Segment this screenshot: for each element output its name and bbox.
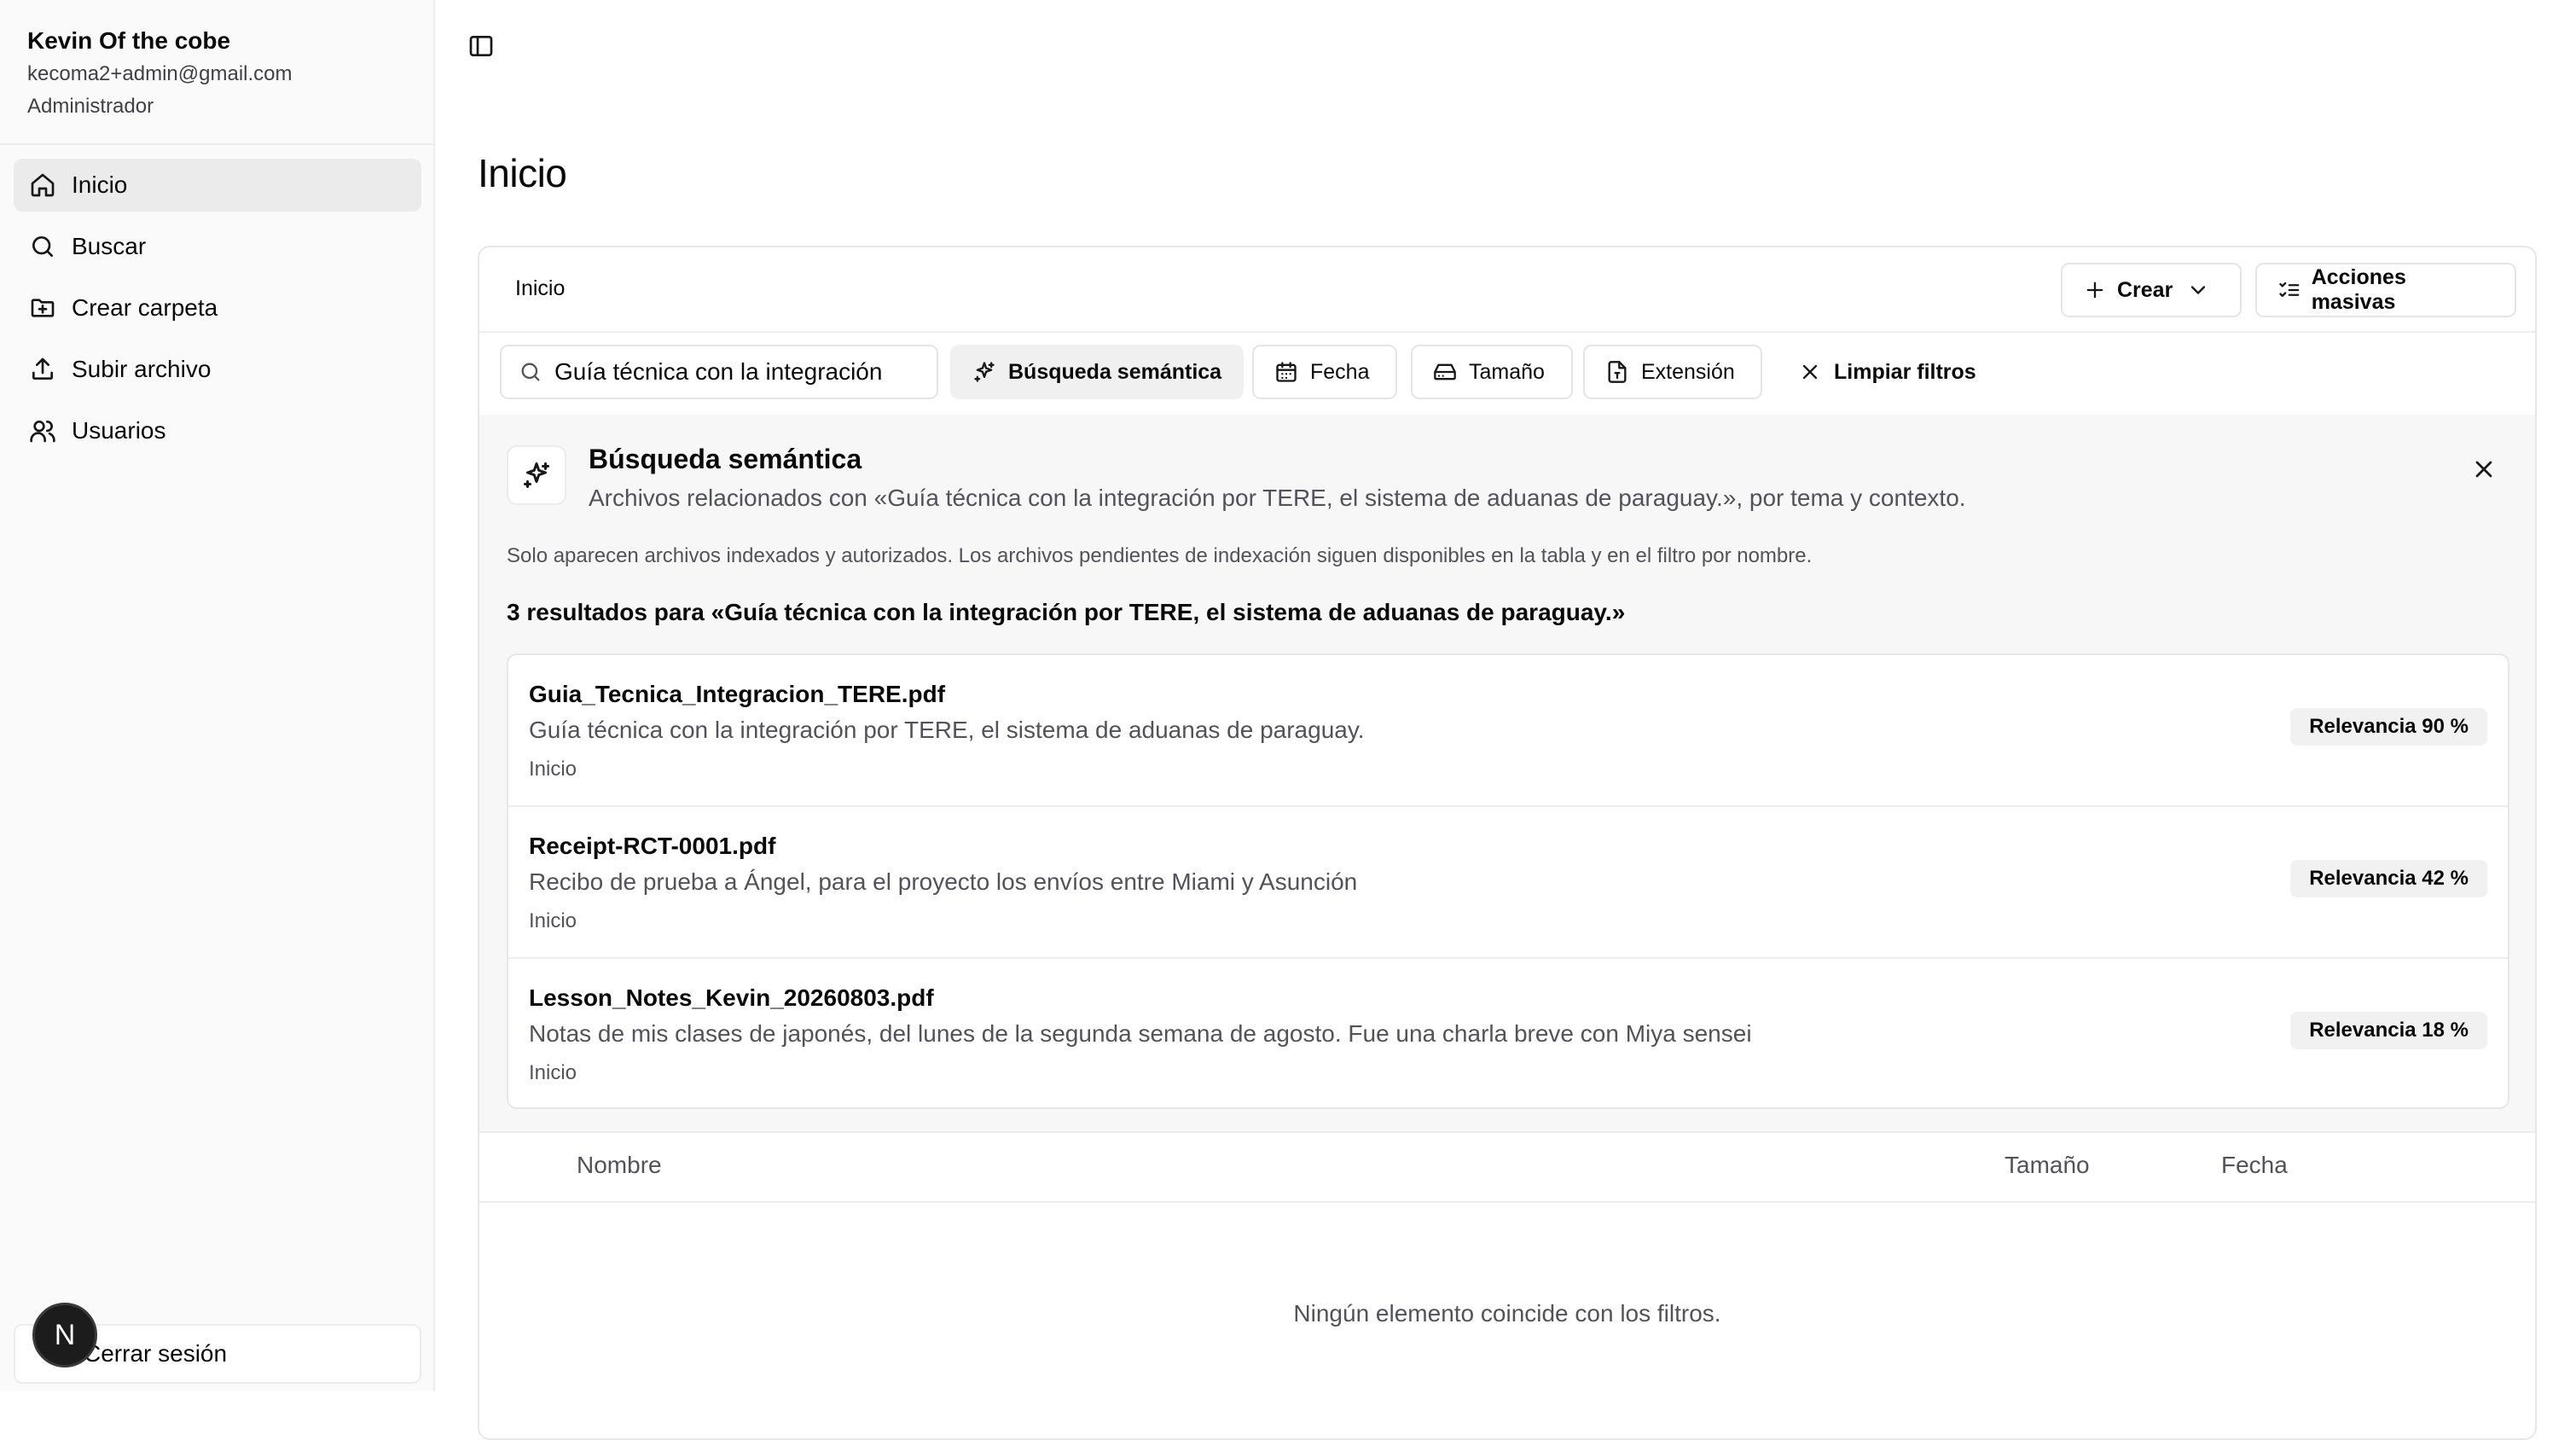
result-description: Guía técnica con la integración por TERE… [529, 717, 1365, 743]
semantic-search-panel: Búsqueda semántica Archivos relacionados… [479, 415, 2535, 1133]
search-icon [521, 363, 540, 381]
home-icon [31, 173, 55, 197]
page-title: Inicio [478, 151, 567, 195]
bulk-actions-label: Acciones masivas [2311, 265, 2406, 314]
filter-bar: Búsqueda semántica Fecha Tamaño Extensió… [479, 331, 2535, 416]
search-input[interactable] [554, 358, 896, 386]
bulk-actions-button[interactable]: Acciones masivas [2255, 263, 2516, 317]
calendar-icon [1276, 362, 1297, 382]
breadcrumb[interactable]: Inicio [515, 276, 565, 301]
semantic-panel-note: Solo aparecen archivos indexados y autor… [507, 544, 1813, 567]
result-location: Inicio [529, 758, 577, 781]
result-file-name: Guia_Tecnica_Integracion_TERE.pdf [529, 681, 946, 707]
search-box[interactable] [500, 345, 938, 399]
result-location: Inicio [529, 1061, 577, 1084]
relevance-badge: Relevancia 18 % [2290, 1012, 2487, 1049]
plus-icon [2086, 282, 2103, 299]
sparkles-icon [524, 462, 549, 488]
user-role: Administrador [27, 95, 154, 118]
list-item[interactable]: Lesson_Notes_Kevin_20260803.pdf Notas de… [508, 959, 2508, 1107]
file-browser-card: Inicio Crear Acciones masivas Búsqueda s… [478, 246, 2537, 1440]
avatar[interactable]: N [32, 1303, 97, 1367]
column-header-size[interactable]: Tamaño [2005, 1152, 2090, 1179]
upload-icon [32, 357, 53, 380]
user-name: Kevin Of the cobe [27, 27, 231, 54]
column-header-date[interactable]: Fecha [2221, 1152, 2288, 1179]
sidebar-nav: Inicio Buscar Crear carpeta Subir archiv… [14, 159, 421, 466]
extension-filter-button[interactable]: Extensión [1583, 345, 1762, 399]
create-label: Crear [2117, 277, 2173, 302]
table-header: Nombre Tamaño Fecha [479, 1131, 2535, 1203]
user-email: kecoma2+admin@gmail.com [27, 62, 293, 85]
relevance-badge: Relevancia 90 % [2290, 708, 2487, 746]
empty-state-message: Ningún elemento coincide con los filtros… [1293, 1300, 1721, 1327]
result-description: Notas de mis clases de japonés, del lune… [529, 1020, 1752, 1047]
result-location: Inicio [529, 909, 577, 932]
list-item[interactable]: Guia_Tecnica_Integracion_TERE.pdf Guía t… [508, 655, 2508, 807]
semantic-panel-title: Búsqueda semántica [589, 444, 862, 474]
search-icon [32, 236, 53, 257]
file-type-icon [1608, 361, 1627, 383]
size-filter-label: Tamaño [1469, 359, 1545, 384]
sidebar-item-subir-archivo[interactable]: Subir archivo [14, 343, 421, 396]
close-icon[interactable] [2470, 456, 2498, 483]
logout-label: Cerrar sesión [84, 1340, 228, 1367]
sidebar-item-label: Crear carpeta [72, 294, 218, 321]
hard-drive-icon [1434, 363, 1456, 380]
clear-filters-label: Limpiar filtros [1834, 359, 1976, 384]
result-file-name: Lesson_Notes_Kevin_20260803.pdf [529, 984, 934, 1011]
list-item[interactable]: Receipt-RCT-0001.pdf Recibo de prueba a … [508, 807, 2508, 959]
size-filter-button[interactable]: Tamaño [1411, 345, 1573, 399]
semantic-panel-subtitle: Archivos relacionados con «Guía técnica … [589, 485, 1966, 511]
column-header-name[interactable]: Nombre [577, 1152, 662, 1179]
sidebar-item-crear-carpeta[interactable]: Crear carpeta [14, 282, 421, 334]
semantic-search-label: Búsqueda semántica [1008, 359, 1222, 384]
close-icon [1802, 364, 1818, 380]
date-filter-label: Fecha [1310, 359, 1370, 384]
sidebar-item-label: Usuarios [72, 417, 166, 444]
sidebar-toggle-icon[interactable] [467, 32, 495, 60]
sidebar-item-label: Subir archivo [72, 356, 212, 382]
list-checks-icon [2279, 282, 2300, 298]
sidebar-item-label: Buscar [72, 233, 147, 259]
semantic-results-list: Guia_Tecnica_Integracion_TERE.pdf Guía t… [507, 653, 2509, 1109]
folder-plus-icon [31, 299, 55, 317]
results-count: 3 resultados para «Guía técnica con la i… [507, 599, 1626, 625]
date-filter-button[interactable]: Fecha [1252, 345, 1397, 399]
avatar-letter: N [54, 1318, 76, 1351]
card-header: Inicio Crear Acciones masivas [479, 247, 2535, 333]
sparkles-icon [974, 362, 995, 382]
semantic-search-toggle[interactable]: Búsqueda semántica [950, 345, 1244, 399]
sidebar-item-inicio[interactable]: Inicio [14, 159, 421, 212]
extension-filter-label: Extensión [1641, 359, 1735, 384]
users-icon [30, 421, 55, 443]
result-description: Recibo de prueba a Ángel, para el proyec… [529, 868, 1358, 895]
clear-filters-button[interactable]: Limpiar filtros [1776, 345, 1981, 399]
user-info: Kevin Of the cobe kecoma2+admin@gmail.co… [27, 24, 293, 123]
relevance-badge: Relevancia 42 % [2290, 860, 2487, 897]
chevron-down-icon [2191, 286, 2206, 294]
sidebar-item-label: Inicio [72, 171, 128, 198]
sidebar: Kevin Of the cobe kecoma2+admin@gmail.co… [0, 0, 435, 1391]
create-button[interactable]: Crear [2061, 263, 2242, 317]
sidebar-divider [0, 143, 435, 145]
result-file-name: Receipt-RCT-0001.pdf [529, 833, 776, 859]
semantic-badge [507, 445, 566, 505]
sidebar-item-usuarios[interactable]: Usuarios [14, 404, 421, 457]
sidebar-item-buscar[interactable]: Buscar [14, 220, 421, 273]
